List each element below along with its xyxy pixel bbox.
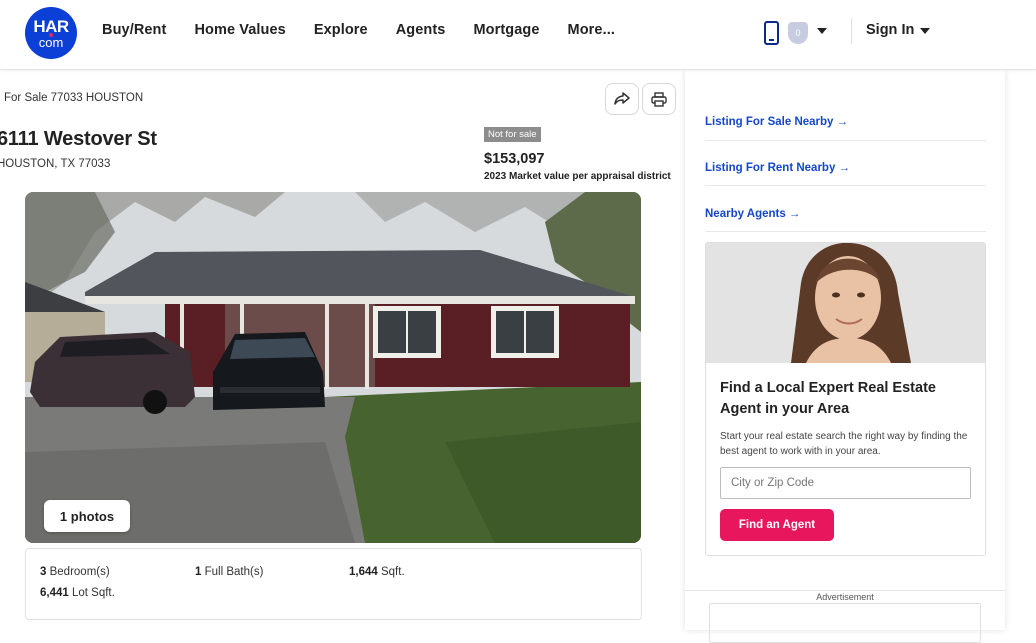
lot-label: Lot Sqft.	[71, 587, 115, 599]
baths-label: Full Bath(s)	[204, 566, 264, 578]
listing-price: $153,097	[484, 151, 545, 167]
agent-portrait-image	[706, 243, 985, 363]
card-description: Start your real estate search the right …	[720, 431, 968, 457]
top-header: HAR com Buy/Rent Home Values Explore Age…	[0, 0, 1036, 70]
fact-lot: 6,441 Lot Sqft.	[40, 587, 115, 599]
right-sidebar: Listing For Sale Nearby → Listing For Re…	[685, 70, 1005, 643]
phone-icon[interactable]	[764, 21, 779, 45]
photos-count-button[interactable]: 1 photos	[44, 500, 130, 532]
sidebar-divider	[705, 231, 986, 232]
ad-divider	[685, 590, 1005, 591]
status-badge: Not for sale	[484, 127, 541, 142]
fact-bedrooms: 3 Bedroom(s)	[40, 566, 110, 578]
ad-slot[interactable]	[709, 603, 981, 643]
sqft-label: Sqft.	[380, 566, 405, 578]
card-title: Find a Local Expert Real Estate Agent in…	[720, 380, 936, 417]
find-agent-button[interactable]: Find an Agent	[720, 509, 834, 541]
print-icon	[651, 91, 667, 107]
property-photo-image	[25, 192, 641, 543]
price-note: 2023 Market value per appraisal district	[484, 171, 671, 182]
link-nearby-agents[interactable]: Nearby Agents →	[705, 208, 800, 220]
har-logo[interactable]: HAR com	[25, 7, 77, 59]
sign-in-button[interactable]: Sign In	[866, 22, 914, 38]
sign-in-chevron-down-icon[interactable]	[920, 28, 930, 34]
listing-address: 6111 Westover St	[0, 128, 157, 150]
header-divider	[851, 18, 852, 44]
main-nav: Buy/Rent Home Values Explore Agents Mort…	[102, 22, 643, 38]
nav-home-values[interactable]: Home Values	[194, 22, 285, 38]
ad-label: Advertisement	[816, 592, 874, 602]
share-icon	[614, 92, 630, 105]
nav-buy-rent[interactable]: Buy/Rent	[102, 22, 166, 38]
nav-explore[interactable]: Explore	[314, 22, 368, 38]
bedrooms-label: Bedroom(s)	[49, 566, 110, 578]
fact-sqft: 1,644 Sqft.	[349, 566, 405, 578]
bedrooms-value: 3	[40, 566, 47, 578]
link-for-rent-nearby[interactable]: Listing For Rent Nearby →	[705, 162, 850, 174]
city-zip-input[interactable]	[720, 467, 971, 499]
sidebar-divider	[705, 185, 986, 186]
fact-baths: 1 Full Bath(s)	[195, 566, 263, 578]
notifications-shield-icon[interactable]: 0	[788, 22, 808, 44]
listing-city: HOUSTON, TX 77033	[0, 158, 111, 170]
lot-value: 6,441	[40, 587, 69, 599]
link-for-sale-nearby[interactable]: Listing For Sale Nearby →	[705, 116, 848, 128]
nav-agents[interactable]: Agents	[396, 22, 446, 38]
breadcrumb[interactable]: For Sale 77033 HOUSTON	[4, 92, 143, 104]
nav-mortgage[interactable]: Mortgage	[473, 22, 539, 38]
print-button[interactable]	[642, 83, 676, 115]
agent-photo	[706, 243, 985, 363]
nav-more[interactable]: More...	[568, 22, 615, 38]
sidebar-divider	[705, 140, 986, 141]
property-photo[interactable]	[25, 192, 641, 543]
property-facts: 3 Bedroom(s) 1 Full Bath(s) 1,644 Sqft. …	[25, 548, 642, 620]
chevron-down-icon[interactable]	[817, 28, 827, 34]
find-agent-card: Find a Local Expert Real Estate Agent in…	[705, 242, 986, 556]
baths-value: 1	[195, 566, 202, 578]
sqft-value: 1,644	[349, 566, 378, 578]
logo-text-bottom: com	[38, 35, 64, 50]
share-button[interactable]	[605, 83, 639, 115]
